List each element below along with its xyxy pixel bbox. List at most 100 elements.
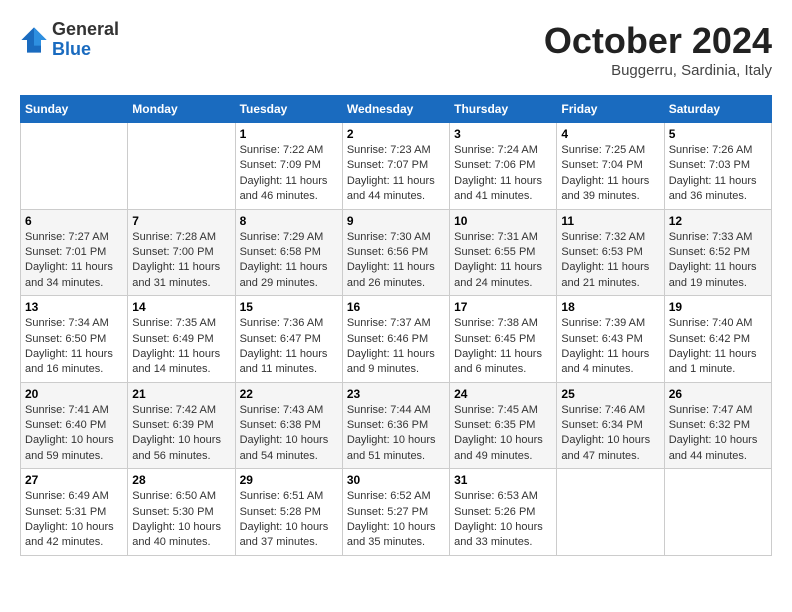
sunset: Sunset: 7:07 PM: [347, 159, 428, 171]
calendar-cell: 27 Sunrise: 6:49 AM Sunset: 5:31 PM Dayl…: [21, 469, 128, 556]
sunset: Sunset: 6:58 PM: [240, 246, 321, 258]
sunrise: Sunrise: 7:45 AM: [454, 404, 538, 416]
day-info: Sunrise: 6:53 AM Sunset: 5:26 PM Dayligh…: [454, 489, 552, 551]
day-number: 29: [240, 473, 338, 487]
day-info: Sunrise: 7:27 AM Sunset: 7:01 PM Dayligh…: [25, 230, 123, 292]
sunset: Sunset: 6:46 PM: [347, 333, 428, 345]
day-info: Sunrise: 7:35 AM Sunset: 6:49 PM Dayligh…: [132, 316, 230, 378]
daylight: Daylight: 11 hours and 31 minutes.: [132, 261, 220, 288]
day-number: 1: [240, 127, 338, 141]
title-block: October 2024 Buggerru, Sardinia, Italy: [544, 20, 772, 79]
calendar-cell: 4 Sunrise: 7:25 AM Sunset: 7:04 PM Dayli…: [557, 123, 664, 210]
sunset: Sunset: 6:43 PM: [561, 333, 642, 345]
day-number: 7: [132, 214, 230, 228]
calendar-cell: 14 Sunrise: 7:35 AM Sunset: 6:49 PM Dayl…: [128, 296, 235, 383]
weekday-header: Friday: [557, 96, 664, 123]
daylight: Daylight: 11 hours and 9 minutes.: [347, 348, 435, 375]
day-info: Sunrise: 7:25 AM Sunset: 7:04 PM Dayligh…: [561, 143, 659, 205]
sunrise: Sunrise: 7:41 AM: [25, 404, 109, 416]
sunset: Sunset: 6:56 PM: [347, 246, 428, 258]
sunset: Sunset: 6:49 PM: [132, 333, 213, 345]
day-number: 25: [561, 387, 659, 401]
daylight: Daylight: 11 hours and 36 minutes.: [669, 175, 757, 202]
sunrise: Sunrise: 7:23 AM: [347, 144, 431, 156]
sunrise: Sunrise: 7:43 AM: [240, 404, 324, 416]
day-number: 21: [132, 387, 230, 401]
sunset: Sunset: 6:38 PM: [240, 419, 321, 431]
day-number: 12: [669, 214, 767, 228]
daylight: Daylight: 11 hours and 29 minutes.: [240, 261, 328, 288]
sunrise: Sunrise: 7:46 AM: [561, 404, 645, 416]
page-header: General Blue October 2024 Buggerru, Sard…: [20, 20, 772, 79]
day-number: 16: [347, 300, 445, 314]
calendar-cell: 6 Sunrise: 7:27 AM Sunset: 7:01 PM Dayli…: [21, 209, 128, 296]
sunrise: Sunrise: 7:47 AM: [669, 404, 753, 416]
daylight: Daylight: 11 hours and 26 minutes.: [347, 261, 435, 288]
calendar-cell: 26 Sunrise: 7:47 AM Sunset: 6:32 PM Dayl…: [664, 382, 771, 469]
day-number: 15: [240, 300, 338, 314]
calendar-cell: 2 Sunrise: 7:23 AM Sunset: 7:07 PM Dayli…: [342, 123, 449, 210]
sunrise: Sunrise: 7:34 AM: [25, 317, 109, 329]
location: Buggerru, Sardinia, Italy: [544, 62, 772, 79]
sunset: Sunset: 7:04 PM: [561, 159, 642, 171]
daylight: Daylight: 10 hours and 44 minutes.: [669, 434, 758, 461]
calendar-cell: [664, 469, 771, 556]
calendar-cell: 16 Sunrise: 7:37 AM Sunset: 6:46 PM Dayl…: [342, 296, 449, 383]
sunset: Sunset: 6:52 PM: [669, 246, 750, 258]
calendar-cell: 22 Sunrise: 7:43 AM Sunset: 6:38 PM Dayl…: [235, 382, 342, 469]
day-info: Sunrise: 7:32 AM Sunset: 6:53 PM Dayligh…: [561, 230, 659, 292]
calendar-cell: 25 Sunrise: 7:46 AM Sunset: 6:34 PM Dayl…: [557, 382, 664, 469]
logo-general: General: [52, 20, 119, 40]
weekday-header: Tuesday: [235, 96, 342, 123]
sunset: Sunset: 7:00 PM: [132, 246, 213, 258]
calendar-cell: 11 Sunrise: 7:32 AM Sunset: 6:53 PM Dayl…: [557, 209, 664, 296]
day-info: Sunrise: 7:39 AM Sunset: 6:43 PM Dayligh…: [561, 316, 659, 378]
calendar-cell: 30 Sunrise: 6:52 AM Sunset: 5:27 PM Dayl…: [342, 469, 449, 556]
day-info: Sunrise: 7:36 AM Sunset: 6:47 PM Dayligh…: [240, 316, 338, 378]
sunset: Sunset: 6:40 PM: [25, 419, 106, 431]
day-info: Sunrise: 7:33 AM Sunset: 6:52 PM Dayligh…: [669, 230, 767, 292]
calendar-week-row: 13 Sunrise: 7:34 AM Sunset: 6:50 PM Dayl…: [21, 296, 772, 383]
day-info: Sunrise: 7:23 AM Sunset: 7:07 PM Dayligh…: [347, 143, 445, 205]
sunrise: Sunrise: 7:32 AM: [561, 231, 645, 243]
calendar-cell: 7 Sunrise: 7:28 AM Sunset: 7:00 PM Dayli…: [128, 209, 235, 296]
logo-icon: [20, 26, 48, 54]
sunrise: Sunrise: 7:42 AM: [132, 404, 216, 416]
daylight: Daylight: 11 hours and 44 minutes.: [347, 175, 435, 202]
day-info: Sunrise: 6:51 AM Sunset: 5:28 PM Dayligh…: [240, 489, 338, 551]
sunrise: Sunrise: 7:35 AM: [132, 317, 216, 329]
calendar-cell: 8 Sunrise: 7:29 AM Sunset: 6:58 PM Dayli…: [235, 209, 342, 296]
weekday-header: Monday: [128, 96, 235, 123]
day-info: Sunrise: 7:45 AM Sunset: 6:35 PM Dayligh…: [454, 403, 552, 465]
day-info: Sunrise: 7:41 AM Sunset: 6:40 PM Dayligh…: [25, 403, 123, 465]
calendar-week-row: 27 Sunrise: 6:49 AM Sunset: 5:31 PM Dayl…: [21, 469, 772, 556]
day-info: Sunrise: 7:44 AM Sunset: 6:36 PM Dayligh…: [347, 403, 445, 465]
sunrise: Sunrise: 6:50 AM: [132, 490, 216, 502]
sunset: Sunset: 5:31 PM: [25, 506, 106, 518]
day-number: 23: [347, 387, 445, 401]
logo: General Blue: [20, 20, 119, 60]
sunset: Sunset: 7:03 PM: [669, 159, 750, 171]
day-info: Sunrise: 7:43 AM Sunset: 6:38 PM Dayligh…: [240, 403, 338, 465]
day-number: 14: [132, 300, 230, 314]
day-number: 6: [25, 214, 123, 228]
day-info: Sunrise: 7:40 AM Sunset: 6:42 PM Dayligh…: [669, 316, 767, 378]
day-number: 13: [25, 300, 123, 314]
day-number: 4: [561, 127, 659, 141]
day-info: Sunrise: 7:34 AM Sunset: 6:50 PM Dayligh…: [25, 316, 123, 378]
day-info: Sunrise: 7:29 AM Sunset: 6:58 PM Dayligh…: [240, 230, 338, 292]
weekday-header: Sunday: [21, 96, 128, 123]
daylight: Daylight: 11 hours and 16 minutes.: [25, 348, 113, 375]
day-number: 9: [347, 214, 445, 228]
sunset: Sunset: 6:50 PM: [25, 333, 106, 345]
day-number: 27: [25, 473, 123, 487]
daylight: Daylight: 10 hours and 59 minutes.: [25, 434, 114, 461]
day-number: 20: [25, 387, 123, 401]
daylight: Daylight: 10 hours and 56 minutes.: [132, 434, 221, 461]
calendar-week-row: 6 Sunrise: 7:27 AM Sunset: 7:01 PM Dayli…: [21, 209, 772, 296]
daylight: Daylight: 11 hours and 19 minutes.: [669, 261, 757, 288]
calendar-cell: 5 Sunrise: 7:26 AM Sunset: 7:03 PM Dayli…: [664, 123, 771, 210]
calendar-cell: [21, 123, 128, 210]
day-info: Sunrise: 7:26 AM Sunset: 7:03 PM Dayligh…: [669, 143, 767, 205]
calendar-cell: 28 Sunrise: 6:50 AM Sunset: 5:30 PM Dayl…: [128, 469, 235, 556]
